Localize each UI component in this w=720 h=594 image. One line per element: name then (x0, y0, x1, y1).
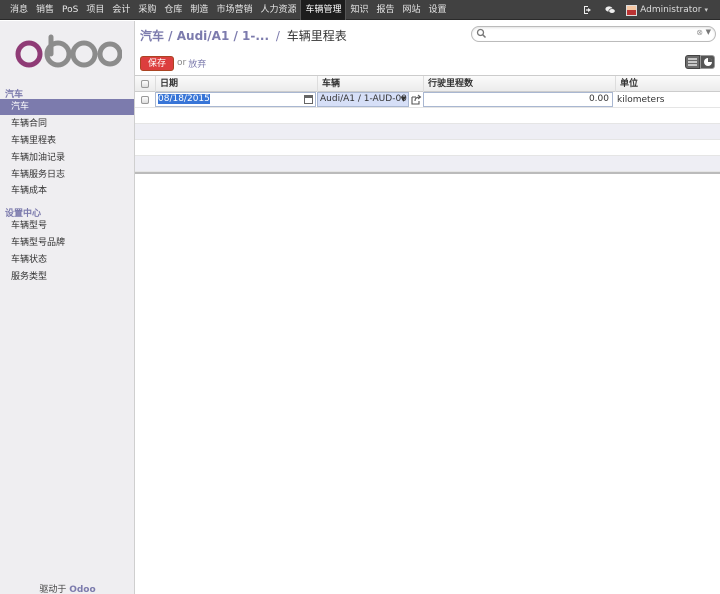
menu-sales[interactable]: 销售 (32, 0, 58, 20)
table-footer (135, 172, 720, 174)
menu-manufacturing[interactable]: 制造 (186, 0, 212, 20)
search-options-chevron-icon[interactable]: ▼ (706, 28, 711, 36)
calendar-icon[interactable] (304, 95, 313, 104)
breadcrumb-separator: / (275, 29, 280, 43)
table-row-empty (135, 124, 720, 140)
search-box[interactable]: ⊗ ▼ (471, 26, 716, 42)
select-all-checkbox[interactable] (141, 80, 149, 88)
menu-marketing[interactable]: 市场营销 (212, 0, 256, 20)
clear-search-icon[interactable]: ⊗ (696, 28, 703, 37)
sidebar-item-contracts[interactable]: 车辆合同 (0, 116, 134, 132)
search-input[interactable] (489, 28, 689, 40)
powered-by: 驱动于 Odoo (0, 582, 135, 594)
sidebar-item-costs[interactable]: 车辆成本 (0, 183, 134, 199)
vehicle-value: Audi/A1 / 1-AUD-001 (320, 94, 409, 104)
table-row-empty (135, 108, 720, 124)
sidebar-item-models[interactable]: 车辆型号 (0, 218, 134, 234)
column-date[interactable]: 日期 (155, 76, 317, 92)
chat-icon[interactable] (604, 4, 616, 16)
menu-pos[interactable]: PoS (58, 0, 82, 20)
sidebar-item-model-brands[interactable]: 车辆型号品牌 (0, 235, 134, 251)
odometer-field[interactable]: 0.00 (423, 92, 613, 107)
top-right-tools: Administrator ▾ (582, 0, 708, 20)
view-switcher (685, 55, 715, 69)
page-title: 车辆里程表 (286, 29, 347, 43)
search-icon (476, 28, 487, 39)
or-label: or (177, 58, 187, 68)
menu-fleet[interactable]: 车辆管理 (300, 0, 347, 20)
table-header: 日期 车辆 行驶里程数 单位 (135, 76, 720, 92)
top-navbar: 消息 销售 PoS 项目 会计 采购 仓库 制造 市场营销 人力资源 车辆管理 … (0, 0, 720, 20)
menu-warehouse[interactable]: 仓库 (160, 0, 186, 20)
chevron-down-icon[interactable]: ▼ (401, 93, 406, 106)
external-link-icon[interactable] (411, 94, 422, 105)
discard-link[interactable]: 放弃 (188, 57, 206, 70)
sidebar: 汽车 汽车 车辆合同 车辆里程表 车辆加油记录 车辆服务日志 车辆成本 设置中心… (0, 21, 135, 594)
avatar (626, 4, 638, 16)
odoo-logo[interactable] (12, 31, 122, 76)
column-vehicle[interactable]: 车辆 (317, 76, 423, 92)
column-unit[interactable]: 单位 (615, 76, 720, 92)
date-field[interactable]: 08/18/2015 (155, 92, 316, 107)
action-buttons: 保存 or 放弃 (140, 55, 206, 71)
menu-settings[interactable]: 设置 (425, 0, 451, 20)
table-row-empty (135, 140, 720, 156)
date-value: 08/18/2015 (158, 94, 210, 104)
menu-messages[interactable]: 消息 (6, 0, 32, 20)
powered-prefix: 驱动于 (39, 585, 70, 594)
logout-icon[interactable] (582, 4, 594, 16)
menu-website[interactable]: 网站 (399, 0, 425, 20)
top-menu: 消息 销售 PoS 项目 会计 采购 仓库 制造 市场营销 人力资源 车辆管理 … (6, 0, 451, 20)
row-checkbox[interactable] (141, 96, 149, 104)
table-row-empty (135, 156, 720, 172)
column-odometer[interactable]: 行驶里程数 (423, 76, 615, 92)
sidebar-item-fuel-logs[interactable]: 车辆加油记录 (0, 150, 134, 166)
menu-project[interactable]: 项目 (82, 0, 108, 20)
sidebar-item-odometer[interactable]: 车辆里程表 (0, 133, 134, 149)
menu-reporting[interactable]: 报告 (373, 0, 399, 20)
menu-knowledge[interactable]: 知识 (346, 0, 372, 20)
vehicle-field[interactable]: Audi/A1 / 1-AUD-001 ▼ (317, 92, 409, 107)
sidebar-item-status[interactable]: 车辆状态 (0, 252, 134, 268)
user-menu[interactable]: Administrator ▾ (626, 4, 708, 16)
chevron-down-icon: ▾ (704, 6, 708, 14)
user-name: Administrator (640, 5, 702, 15)
list-view-icon[interactable] (685, 55, 700, 69)
sidebar-item-service-logs[interactable]: 车辆服务日志 (0, 167, 134, 183)
main-content: 汽车 / Audi/A1 / 1-... / 车辆里程表 ⊗ ▼ 保存 or 放… (135, 21, 720, 594)
breadcrumb-link[interactable]: 汽车 / Audi/A1 / 1-... (140, 29, 269, 43)
sidebar-item-vehicles[interactable]: 汽车 (0, 99, 134, 115)
save-button[interactable]: 保存 (140, 55, 175, 71)
odometer-table: 日期 车辆 行驶里程数 单位 08/18/2015 Audi/A1 / 1-AU… (135, 76, 720, 174)
menu-accounting[interactable]: 会计 (108, 0, 134, 20)
menu-purchase[interactable]: 采购 (134, 0, 160, 20)
breadcrumb: 汽车 / Audi/A1 / 1-... / 车辆里程表 (140, 27, 347, 44)
graph-view-icon[interactable] (700, 55, 715, 69)
unit-value: kilometers (617, 95, 665, 105)
sidebar-item-service-types[interactable]: 服务类型 (0, 269, 134, 285)
menu-hr[interactable]: 人力资源 (256, 0, 300, 20)
table-row-editing: 08/18/2015 Audi/A1 / 1-AUD-001 ▼ 0.00 ki… (135, 92, 720, 108)
powered-brand-link[interactable]: Odoo (69, 585, 95, 594)
